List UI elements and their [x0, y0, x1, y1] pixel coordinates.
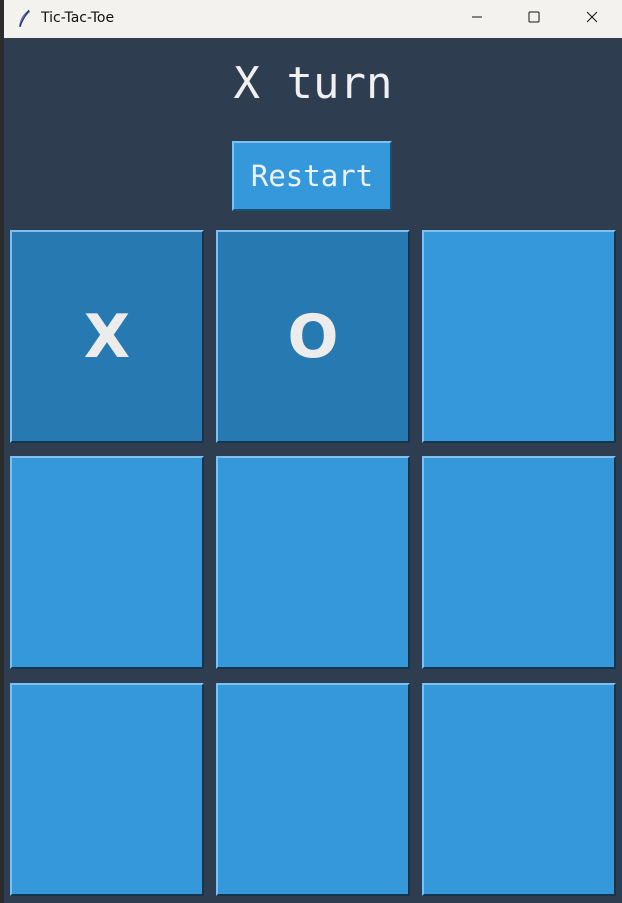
close-button[interactable]	[564, 0, 620, 38]
board-cell-1-0[interactable]	[10, 456, 204, 669]
board-cell-1-2[interactable]	[422, 456, 616, 669]
board-cell-2-0[interactable]	[10, 683, 204, 896]
maximize-icon	[528, 10, 540, 28]
board-cell-0-1[interactable]: O	[216, 230, 410, 443]
board-cell-2-1[interactable]	[216, 683, 410, 896]
window-title: Tic-Tac-Toe	[41, 10, 115, 26]
board-cell-0-0[interactable]: X	[10, 230, 204, 443]
maximize-button[interactable]	[506, 0, 562, 38]
turn-status: X turn	[233, 58, 393, 109]
board-cell-0-2[interactable]	[422, 230, 616, 443]
minimize-button[interactable]	[449, 0, 505, 38]
board-cell-2-2[interactable]	[422, 683, 616, 896]
close-icon	[586, 10, 598, 28]
feather-icon	[16, 9, 32, 29]
board-cell-1-1[interactable]	[216, 456, 410, 669]
restart-button[interactable]: Restart	[232, 141, 392, 211]
app-window: Tic-Tac-Toe X turn Restart X O	[4, 0, 622, 903]
minimize-icon	[471, 10, 483, 28]
game-area: X turn Restart X O	[4, 38, 622, 903]
title-bar[interactable]: Tic-Tac-Toe	[4, 0, 622, 38]
